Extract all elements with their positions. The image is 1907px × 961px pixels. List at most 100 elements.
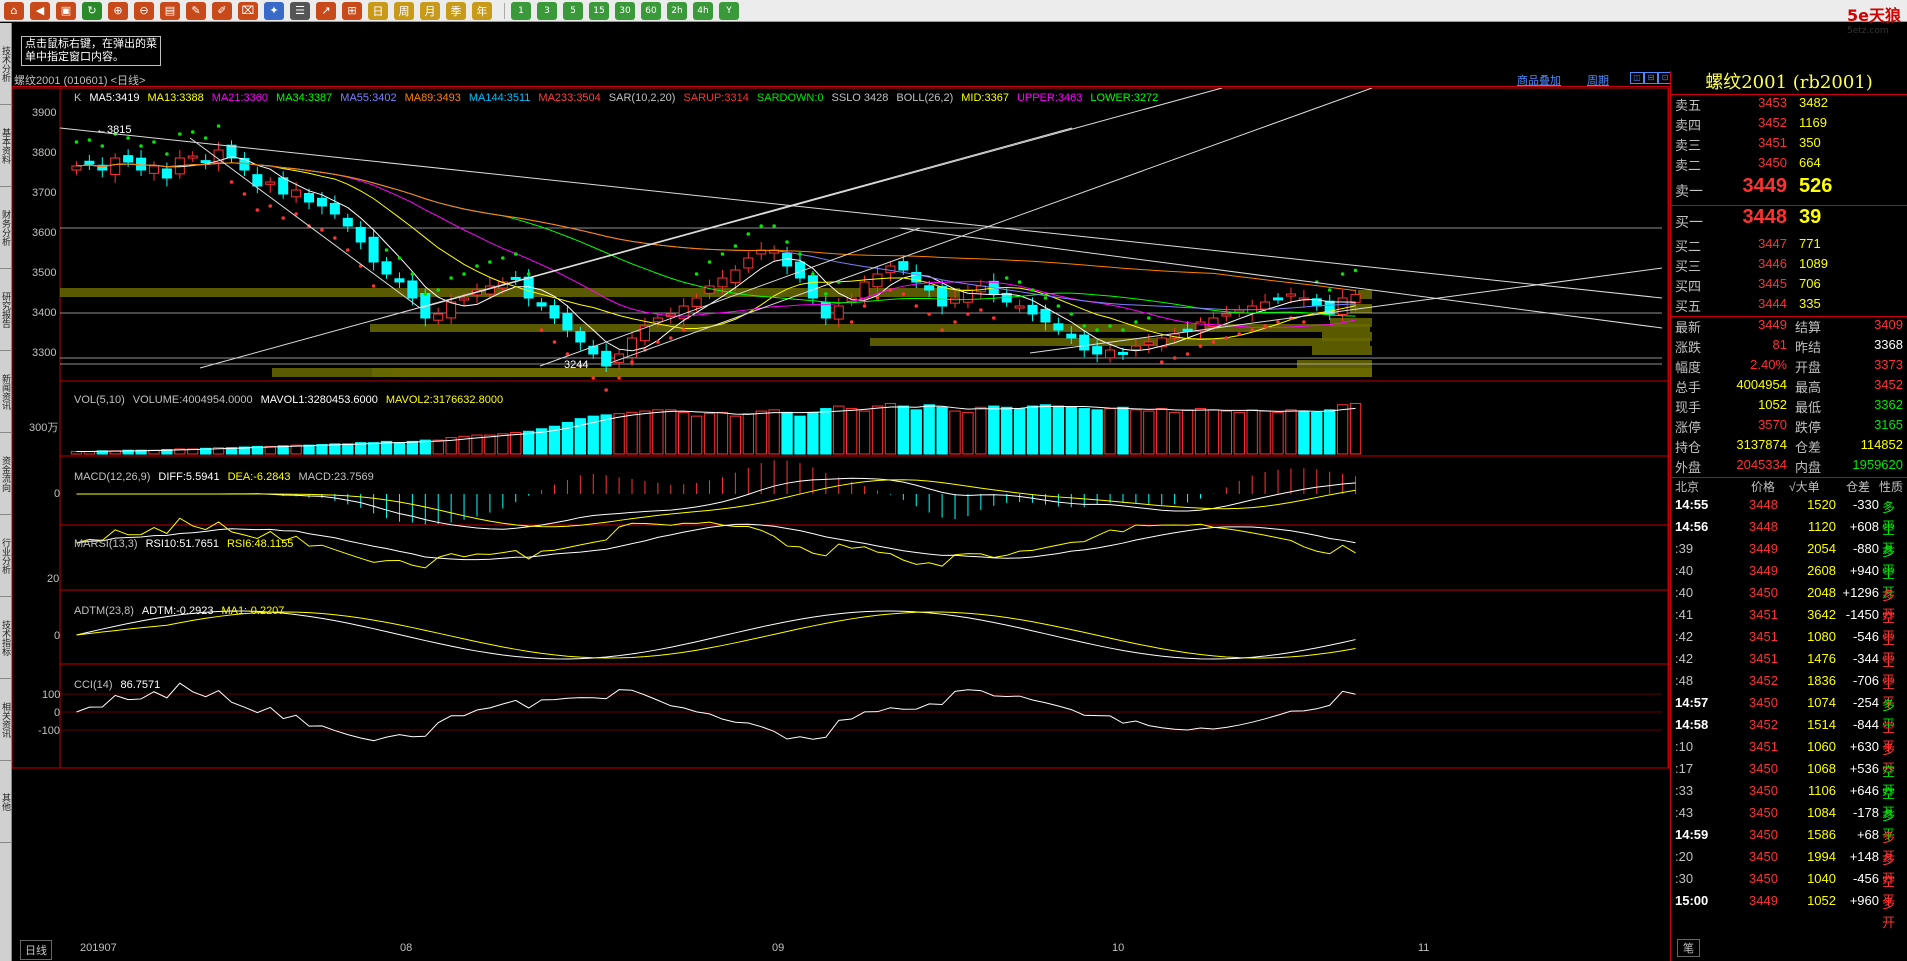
- refresh-icon[interactable]: ↻: [82, 1, 102, 20]
- left-tab[interactable]: 相关资讯: [0, 679, 12, 761]
- list-icon[interactable]: ☰: [290, 1, 310, 20]
- ask-row[interactable]: 卖三 3451 350: [1671, 135, 1907, 155]
- tick-row[interactable]: :41 3451 3642 -1450 空平: [1671, 607, 1907, 644]
- period-button[interactable]: Y: [719, 1, 739, 20]
- layout-button-1[interactable]: ◫: [1630, 72, 1644, 84]
- sar-dot: [371, 284, 376, 288]
- tick-row[interactable]: :20 3450 1994 +148 多开: [1671, 849, 1907, 886]
- bid-row-1[interactable]: 买一 3448 39: [1671, 206, 1907, 236]
- paint-icon[interactable]: ✐: [212, 1, 232, 20]
- tick-row[interactable]: :39 3449 2054 -880 多平: [1671, 541, 1907, 578]
- left-tab[interactable]: 新闻资讯: [0, 351, 12, 433]
- period-button[interactable]: 5: [563, 1, 583, 20]
- new-icon[interactable]: ✦: [264, 1, 284, 20]
- day-icon[interactable]: 日: [368, 1, 388, 20]
- tick-row[interactable]: :17 3450 1068 +536 空开: [1671, 761, 1907, 798]
- layout-button-2[interactable]: ⊟: [1644, 72, 1658, 84]
- left-tab[interactable]: 技术分析: [0, 23, 12, 105]
- back-icon[interactable]: ◀: [30, 1, 50, 20]
- bid-row[interactable]: 买五 3444 335: [1671, 296, 1907, 316]
- indicator-value: MA55:3402: [340, 92, 397, 104]
- sar-dot: [849, 320, 854, 324]
- week-icon[interactable]: 周: [394, 1, 414, 20]
- left-tab[interactable]: 其他: [0, 761, 12, 843]
- left-tab[interactable]: 行业分析: [0, 515, 12, 597]
- bid-row[interactable]: 买四 3445 706: [1671, 276, 1907, 296]
- tick-row[interactable]: :30 3450 1040 -456 空平: [1671, 871, 1907, 908]
- indicator-value: SAR(10,2,20): [608, 92, 676, 104]
- tick-row[interactable]: :10 3451 1060 +630 多开: [1671, 739, 1907, 776]
- left-tab[interactable]: 财务分析: [0, 187, 12, 269]
- sar-dot: [1263, 324, 1267, 328]
- tick-row[interactable]: 14:58 3452 1514 -844 空平: [1671, 717, 1907, 754]
- ask-row[interactable]: 卖四 3452 1169: [1671, 115, 1907, 135]
- tick-row[interactable]: 14:59 3450 1586 +68 多开: [1671, 827, 1907, 864]
- filter-icon[interactable]: ⌧: [238, 1, 258, 20]
- period-button[interactable]: 15: [589, 1, 609, 20]
- sar-dot: [824, 292, 828, 296]
- bid-row[interactable]: 买二 3447 771: [1671, 236, 1907, 256]
- left-tab[interactable]: 研究报告: [0, 269, 12, 351]
- ask-row[interactable]: 卖五 3453 3482: [1671, 95, 1907, 115]
- tick-row[interactable]: 14:57 3450 1074 -254 多平: [1671, 695, 1907, 732]
- volume-profile-bar: [870, 338, 1370, 346]
- trend-icon[interactable]: ↗: [316, 1, 336, 20]
- left-tab[interactable]: 资金流向: [0, 433, 12, 515]
- sar-dot: [811, 272, 815, 276]
- day-tab[interactable]: 日线: [20, 940, 52, 960]
- ask-row[interactable]: 卖二 3450 664: [1671, 155, 1907, 175]
- volume-bar: [303, 444, 315, 455]
- tick-row[interactable]: :40 3449 2608 +940 空开: [1671, 563, 1907, 600]
- tick-row[interactable]: :42 3451 1080 -546 空平: [1671, 629, 1907, 666]
- pen-icon[interactable]: ✎: [186, 1, 206, 20]
- tick-row[interactable]: :40 3450 2048 +1296 多开: [1671, 585, 1907, 622]
- left-tab[interactable]: 基本资料: [0, 105, 12, 187]
- period-button[interactable]: 3: [537, 1, 557, 20]
- zoom-in-icon[interactable]: ⊕: [108, 1, 128, 20]
- ask-row-1[interactable]: 卖一 3449 526: [1671, 175, 1907, 205]
- period-button[interactable]: 2h: [667, 1, 687, 20]
- period-button[interactable]: 1: [511, 1, 531, 20]
- period-link[interactable]: 周期: [1587, 72, 1609, 88]
- candle-body: [71, 165, 82, 171]
- tick-row[interactable]: :43 3450 1084 -178 多平: [1671, 805, 1907, 842]
- candle-body: [123, 155, 134, 163]
- pen-tab[interactable]: 笔: [1677, 939, 1700, 957]
- volume-bar: [1168, 411, 1181, 455]
- sar-dot: [1121, 328, 1125, 332]
- period-button[interactable]: 30: [615, 1, 635, 20]
- quarter-icon[interactable]: 季: [446, 1, 466, 20]
- volume-bar: [1117, 406, 1129, 455]
- tick-row[interactable]: :42 3451 1476 -344 空平: [1671, 651, 1907, 688]
- volume-bar: [1039, 404, 1052, 455]
- volume-bar: [1349, 403, 1362, 455]
- year-icon[interactable]: 年: [472, 1, 492, 20]
- bar-chart-icon[interactable]: ▤: [160, 1, 180, 20]
- bid-row[interactable]: 买三 3446 1089: [1671, 256, 1907, 276]
- tick-row[interactable]: 14:56 3448 1120 +608 空开: [1671, 519, 1907, 556]
- month-icon[interactable]: 月: [420, 1, 440, 20]
- volume-bar: [845, 408, 858, 455]
- tick-row[interactable]: 15:00 3449 1052 +960 多开: [1671, 893, 1907, 930]
- tick-icon[interactable]: ⊞: [342, 1, 362, 20]
- indicator-value: MARSI(13,3): [74, 538, 138, 550]
- chart-area[interactable]: K MA5:3419 MA13:3388 MA21:3360 MA34:3387 MA55…: [12, 88, 1669, 935]
- panel-frame: [59, 455, 1669, 526]
- overlay-link[interactable]: 商品叠加: [1517, 72, 1561, 88]
- book-icon[interactable]: ▣: [56, 1, 76, 20]
- indicator-value: DEA:-6.2843: [227, 471, 291, 483]
- sar-dot: [1327, 288, 1332, 292]
- candle-body: [342, 217, 353, 227]
- tick-row[interactable]: :33 3450 1106 +646 空开: [1671, 783, 1907, 820]
- tick-row[interactable]: 14:55 3448 1520 -330 多平: [1671, 497, 1907, 534]
- left-tab[interactable]: 技术指标: [0, 597, 12, 679]
- candle-body: [1234, 309, 1245, 313]
- period-button[interactable]: 4h: [693, 1, 713, 20]
- volume-bar: [897, 405, 910, 455]
- tick-row[interactable]: :48 3452 1836 -706 空平: [1671, 673, 1907, 710]
- volume-bar: [1233, 411, 1245, 455]
- zoom-out-icon[interactable]: ⊖: [134, 1, 154, 20]
- indicator-value: MID:3367: [961, 92, 1009, 104]
- period-button[interactable]: 60: [641, 1, 661, 20]
- home-icon[interactable]: ⌂: [4, 1, 24, 20]
